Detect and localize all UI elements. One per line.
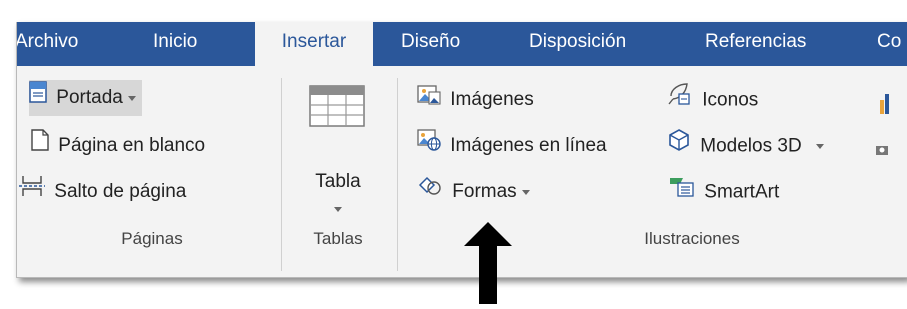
iconos-label: Iconos bbox=[702, 89, 759, 111]
chevron-down-icon bbox=[815, 144, 824, 149]
tab-insertar[interactable]: Insertar bbox=[255, 22, 373, 68]
tab-disposicion[interactable]: Disposición bbox=[529, 22, 626, 66]
smartart-icon bbox=[669, 174, 695, 211]
imagenes-button[interactable]: Imágenes bbox=[417, 82, 534, 118]
pagina-en-blanco-label: Página en blanco bbox=[58, 135, 206, 156]
tab-diseno[interactable]: Diseño bbox=[401, 22, 460, 66]
tab-referencias[interactable]: Referencias bbox=[705, 22, 806, 66]
cube-3d-icon bbox=[667, 128, 691, 165]
pictures-icon bbox=[417, 82, 441, 118]
ribbon-tab-bar: Archivo Inicio Insertar Diseño Disposici… bbox=[17, 22, 907, 68]
iconos-button[interactable]: Iconos bbox=[667, 82, 758, 118]
portada-label: Portada bbox=[56, 87, 123, 108]
table-icon bbox=[309, 85, 365, 132]
imagenes-en-linea-button[interactable]: Imágenes en línea bbox=[417, 128, 607, 164]
pagina-en-blanco-button[interactable]: Página en blanco bbox=[31, 128, 205, 164]
tab-correspondencia[interactable]: Co bbox=[877, 22, 901, 66]
salto-de-pagina-label: Salto de página bbox=[54, 181, 187, 202]
chevron-down-icon bbox=[334, 207, 342, 212]
smartart-label: SmartArt bbox=[704, 181, 780, 203]
imagenes-en-linea-label: Imágenes en línea bbox=[450, 135, 607, 156]
chevron-down-icon bbox=[521, 189, 530, 195]
online-pictures-icon bbox=[417, 128, 441, 164]
blank-page-icon bbox=[31, 128, 49, 164]
smartart-button[interactable]: SmartArt bbox=[669, 174, 779, 210]
tabla-label: Tabla bbox=[315, 171, 361, 192]
chart-icon[interactable] bbox=[879, 92, 889, 114]
group-divider bbox=[397, 78, 398, 271]
modelos-3d-button[interactable]: Modelos 3D bbox=[667, 128, 824, 164]
shapes-icon bbox=[417, 174, 443, 210]
portada-button[interactable]: Portada bbox=[29, 80, 142, 116]
salto-de-pagina-button[interactable]: Salto de página bbox=[19, 174, 186, 210]
tabla-button[interactable]: Tabla bbox=[303, 85, 373, 215]
page-break-icon bbox=[19, 174, 45, 210]
annotation-arrow bbox=[458, 220, 518, 304]
cover-page-icon bbox=[29, 80, 47, 116]
group-divider bbox=[281, 78, 282, 271]
group-label-ilustraciones: Ilustraciones bbox=[644, 229, 740, 248]
group-label-paginas: Páginas bbox=[121, 229, 183, 248]
tab-inicio[interactable]: Inicio bbox=[153, 22, 197, 66]
chevron-down-icon bbox=[127, 95, 136, 101]
formas-button[interactable]: Formas bbox=[417, 174, 530, 210]
screenshot-icon[interactable] bbox=[875, 140, 889, 158]
icons-icon bbox=[667, 82, 693, 119]
group-label-tablas: Tablas bbox=[313, 229, 363, 248]
modelos-3d-label: Modelos 3D bbox=[700, 135, 802, 157]
tab-archivo[interactable]: Archivo bbox=[17, 22, 78, 66]
imagenes-label: Imágenes bbox=[450, 89, 534, 110]
formas-label: Formas bbox=[452, 181, 517, 202]
